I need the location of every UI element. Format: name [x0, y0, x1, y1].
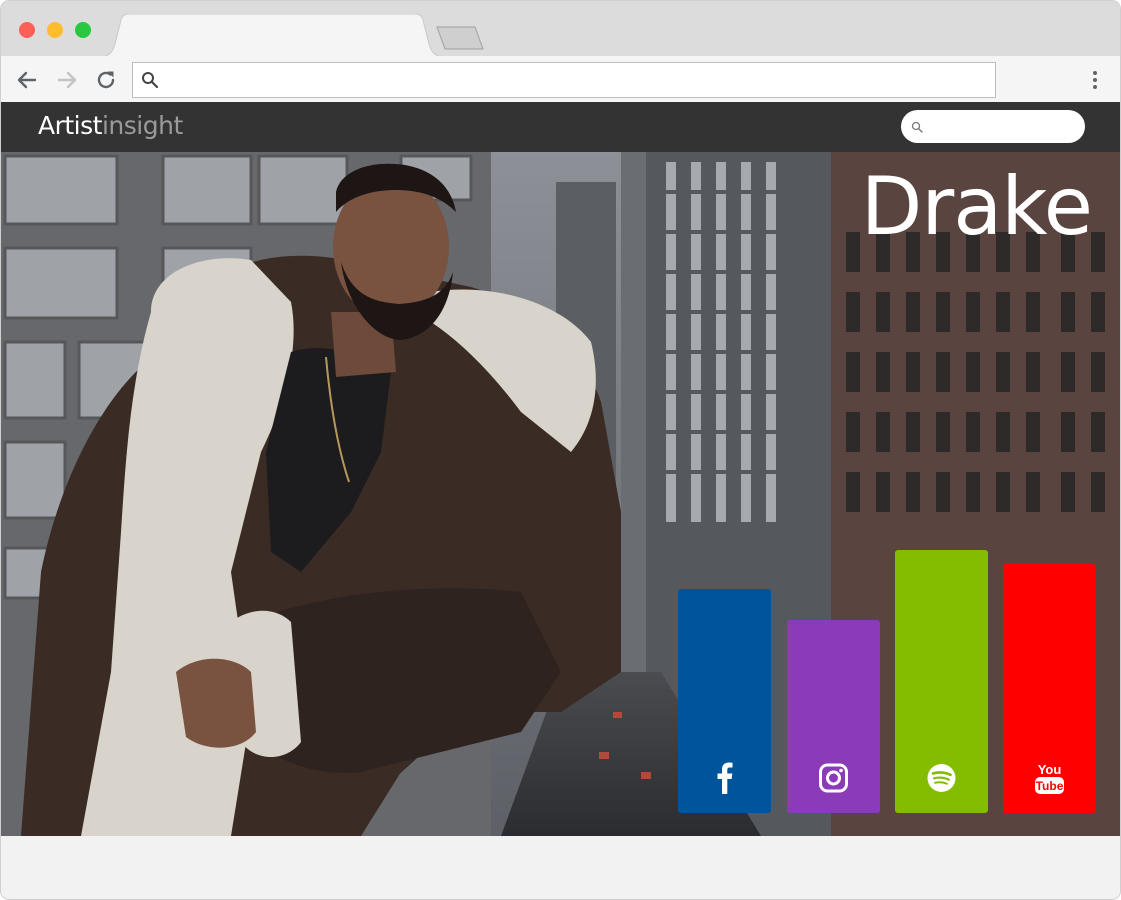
site-search-input[interactable] [927, 115, 1079, 139]
new-tab-button[interactable] [435, 25, 487, 51]
close-window-button[interactable] [19, 22, 35, 38]
logo-light-text: insight [101, 111, 183, 140]
reload-icon[interactable] [94, 68, 118, 92]
svg-text:Tube: Tube [1036, 779, 1064, 793]
search-icon [911, 121, 923, 133]
spotify-icon [927, 764, 956, 792]
facebook-icon [717, 762, 733, 794]
back-arrow-icon[interactable] [15, 68, 39, 92]
forward-arrow-icon[interactable] [55, 68, 79, 92]
facebook-stat-bar[interactable] [678, 589, 771, 813]
search-icon [142, 72, 159, 89]
youtube-icon: You Tube [1035, 762, 1064, 794]
minimize-window-button[interactable] [47, 22, 63, 38]
instagram-icon [819, 763, 848, 793]
site-search-box[interactable] [901, 110, 1085, 143]
spotify-stat-bar[interactable] [895, 550, 988, 813]
logo-strong-text: Artist [38, 111, 102, 140]
svg-text:You: You [1038, 762, 1062, 777]
browser-menu-icon[interactable] [1083, 68, 1107, 92]
browser-toolbar [1, 56, 1120, 103]
hero-banner: Drake You Tube [1, 152, 1120, 836]
address-bar[interactable] [132, 62, 996, 98]
site-header: Artistinsight [1, 102, 1120, 152]
artist-name-heading: Drake [860, 160, 1093, 253]
youtube-stat-bar[interactable]: You Tube [1003, 564, 1096, 813]
maximize-window-button[interactable] [75, 22, 91, 38]
address-input[interactable] [169, 67, 973, 95]
page-footer-area [1, 836, 1120, 899]
browser-window: Artistinsight Drake You Tube [1, 1, 1120, 899]
tab-strip [1, 1, 1120, 57]
site-logo[interactable]: Artistinsight [38, 111, 183, 141]
tab-active[interactable] [99, 14, 445, 57]
instagram-stat-bar[interactable] [787, 620, 880, 813]
